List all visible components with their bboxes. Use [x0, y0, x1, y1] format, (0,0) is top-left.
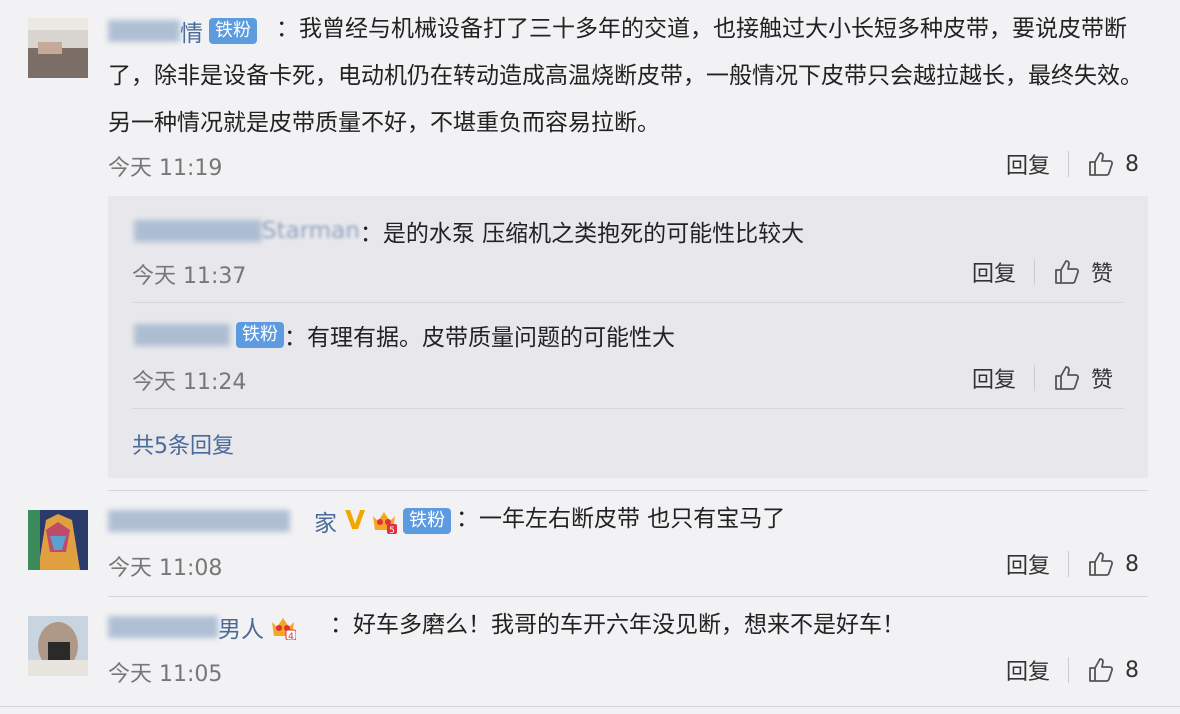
divider	[132, 408, 1124, 409]
comment-actions: 回复 8	[1006, 654, 1139, 686]
comment-text: ：我曾经与机械设备打了三十多年的交道，也接触过大小长短多种皮带，要说皮带断了，除…	[108, 16, 1143, 136]
reply-button[interactable]: 回复	[972, 362, 1016, 394]
divider	[0, 706, 1180, 707]
comment-actions: 回复 8	[1006, 148, 1139, 180]
reply-list: Starman ：是的水泵 压缩机之类抱死的可能性比较大 今天 11:37 回复…	[108, 196, 1148, 478]
thumb-up-icon	[1055, 260, 1080, 284]
comment: 男人 4 ：好车多磨么！我哥的车开六年没见断，想来不是好车！ 今天 11:05 …	[0, 596, 1180, 706]
comment: 情 铁粉 ：我曾经与机械设备打了三十多年的交道，也接触过大小长短多种皮带，要说皮…	[0, 0, 1180, 480]
like-button[interactable]: 8	[1087, 150, 1139, 178]
like-count: 8	[1125, 151, 1140, 177]
divider	[1034, 259, 1036, 285]
like-label: 赞	[1091, 262, 1114, 287]
reply-actions: 回复 赞	[972, 362, 1113, 394]
avatar-image	[28, 18, 88, 78]
reply-user-name[interactable]: Starman	[262, 218, 360, 244]
reply-button[interactable]: 回复	[972, 256, 1016, 288]
thumb-up-icon	[1089, 552, 1114, 576]
comment-time: 今天 11:08	[108, 556, 223, 581]
like-count: 8	[1125, 551, 1140, 577]
reply-text: ：有理有据。皮带质量问题的可能性大	[284, 325, 675, 351]
avatar-image	[28, 616, 88, 676]
like-button[interactable]: 8	[1087, 656, 1139, 684]
like-count: 8	[1125, 657, 1140, 683]
comment-text: ：好车多磨么！我哥的车开六年没见断，想来不是好车！	[330, 612, 905, 638]
more-replies-link[interactable]: 共5条回复	[132, 428, 234, 460]
divider	[1068, 151, 1070, 177]
name-blur	[134, 324, 230, 346]
thumb-up-icon	[1089, 152, 1114, 176]
reply-button[interactable]: 回复	[1006, 654, 1050, 686]
comment: 家 V 5 铁粉 ：一年左右断皮带 也只有宝马了 今天 11:08 回复 8	[0, 490, 1180, 600]
comment-text: ：一年左右断皮带 也只有宝马了	[456, 506, 786, 532]
avatar-image	[28, 510, 88, 570]
reply-time: 今天 11:37	[132, 264, 247, 289]
reply-time: 今天 11:24	[132, 370, 247, 395]
thumb-up-icon	[1055, 366, 1080, 390]
like-button[interactable]: 赞	[1053, 256, 1113, 288]
reply-item: Starman ：是的水泵 压缩机之类抱死的可能性比较大	[134, 214, 804, 248]
name-blur	[134, 220, 262, 242]
avatar[interactable]	[28, 510, 88, 570]
divider	[1034, 365, 1036, 391]
reply-item: 铁粉 ：有理有据。皮带质量问题的可能性大	[134, 318, 675, 352]
like-label: 赞	[1091, 368, 1114, 393]
reply-actions: 回复 赞	[972, 256, 1113, 288]
fan-badge: 铁粉	[236, 322, 284, 348]
divider	[1068, 657, 1070, 683]
like-button[interactable]: 8	[1087, 550, 1139, 578]
avatar[interactable]	[28, 18, 88, 78]
comment-time: 今天 11:05	[108, 662, 223, 687]
divider	[1068, 551, 1070, 577]
divider	[132, 302, 1124, 303]
like-button[interactable]: 赞	[1053, 362, 1113, 394]
avatar[interactable]	[28, 616, 88, 676]
thumb-up-icon	[1089, 658, 1114, 682]
reply-button[interactable]: 回复	[1006, 148, 1050, 180]
comment-time: 今天 11:19	[108, 156, 223, 181]
reply-text: ：是的水泵 压缩机之类抱死的可能性比较大	[359, 221, 805, 247]
comment-actions: 回复 8	[1006, 548, 1139, 580]
reply-button[interactable]: 回复	[1006, 548, 1050, 580]
